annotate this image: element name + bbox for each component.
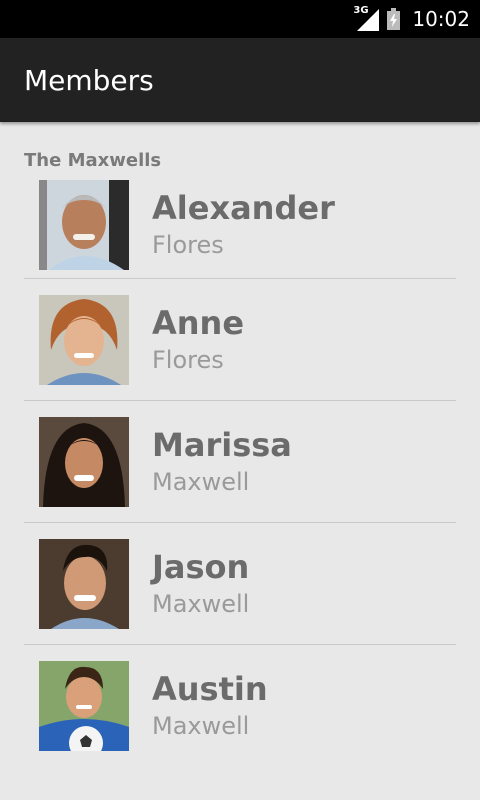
member-last-name: Maxwell <box>152 467 250 496</box>
page-title: Members <box>24 63 154 97</box>
member-last-name: Maxwell <box>152 712 250 740</box>
avatar <box>39 538 129 629</box>
status-bar: 3G 10:02 <box>0 0 480 38</box>
avatar <box>39 661 129 751</box>
app-bar: Members <box>0 38 480 122</box>
member-names: Marissa Maxwell <box>152 426 292 498</box>
member-first-name: Anne <box>152 303 245 342</box>
member-names: Alexander Flores <box>152 189 335 261</box>
member-list-item[interactable]: Alexander Flores <box>24 172 456 279</box>
member-last-name: Flores <box>152 345 224 374</box>
avatar <box>39 294 129 385</box>
member-names: Anne Flores <box>152 304 244 376</box>
member-first-name: Alexander <box>152 189 335 227</box>
member-first-name: Austin <box>152 670 268 708</box>
status-icons: 3G 10:02 <box>353 5 470 31</box>
members-content: The Maxwells Alexander Flores Anne Flore… <box>0 122 480 767</box>
avatar <box>39 180 129 270</box>
member-list-item[interactable]: Austin Maxwell <box>24 645 456 767</box>
section-header: The Maxwells <box>24 150 162 171</box>
clock-time: 10:02 <box>412 7 470 31</box>
member-last-name: Flores <box>152 231 224 259</box>
member-first-name: Jason <box>152 547 250 586</box>
network-indicator: 3G <box>353 5 380 31</box>
signal-icon <box>357 9 380 31</box>
member-list-item[interactable]: Marissa Maxwell <box>24 401 456 523</box>
member-list-item[interactable]: Jason Maxwell <box>24 523 456 645</box>
member-first-name: Marissa <box>152 425 292 464</box>
battery-charging-icon <box>387 8 401 30</box>
member-names: Austin Maxwell <box>152 670 268 742</box>
avatar <box>39 416 129 507</box>
member-last-name: Maxwell <box>152 589 250 618</box>
member-names: Jason Maxwell <box>152 548 249 620</box>
member-list-item[interactable]: Anne Flores <box>24 279 456 401</box>
member-list: Alexander Flores Anne Flores Marissa Max… <box>24 172 456 767</box>
